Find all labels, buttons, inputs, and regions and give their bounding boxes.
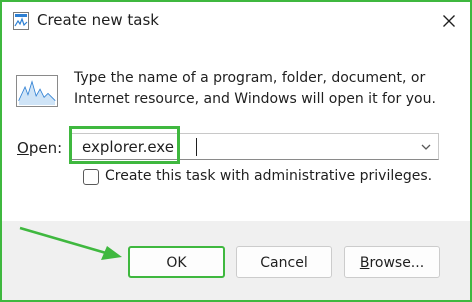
open-label-text: pen: — [28, 139, 63, 157]
chevron-down-icon[interactable] — [420, 141, 432, 153]
browse-accelerator: B — [359, 255, 370, 271]
text-caret — [196, 138, 197, 156]
title-bar: Create new task — [2, 2, 470, 40]
browse-label: rowse... — [369, 255, 425, 271]
create-new-task-dialog: Create new task Type the name of a progr… — [0, 0, 472, 302]
admin-privileges-checkbox[interactable] — [83, 169, 99, 185]
open-label: Open: — [17, 139, 62, 157]
window-app-icon — [13, 12, 29, 30]
open-label-accelerator: O — [17, 139, 29, 157]
description-text: Type the name of a program, folder, docu… — [74, 70, 436, 107]
input-highlight-box — [69, 126, 180, 164]
browse-button[interactable]: Browse... — [344, 246, 440, 278]
close-icon[interactable] — [439, 11, 459, 31]
program-icon — [16, 75, 58, 107]
cancel-button[interactable]: Cancel — [236, 246, 332, 278]
admin-privileges-label[interactable]: Create this task with administrative pri… — [105, 168, 432, 184]
ok-button[interactable]: OK — [128, 246, 225, 278]
window-title: Create new task — [37, 11, 159, 29]
